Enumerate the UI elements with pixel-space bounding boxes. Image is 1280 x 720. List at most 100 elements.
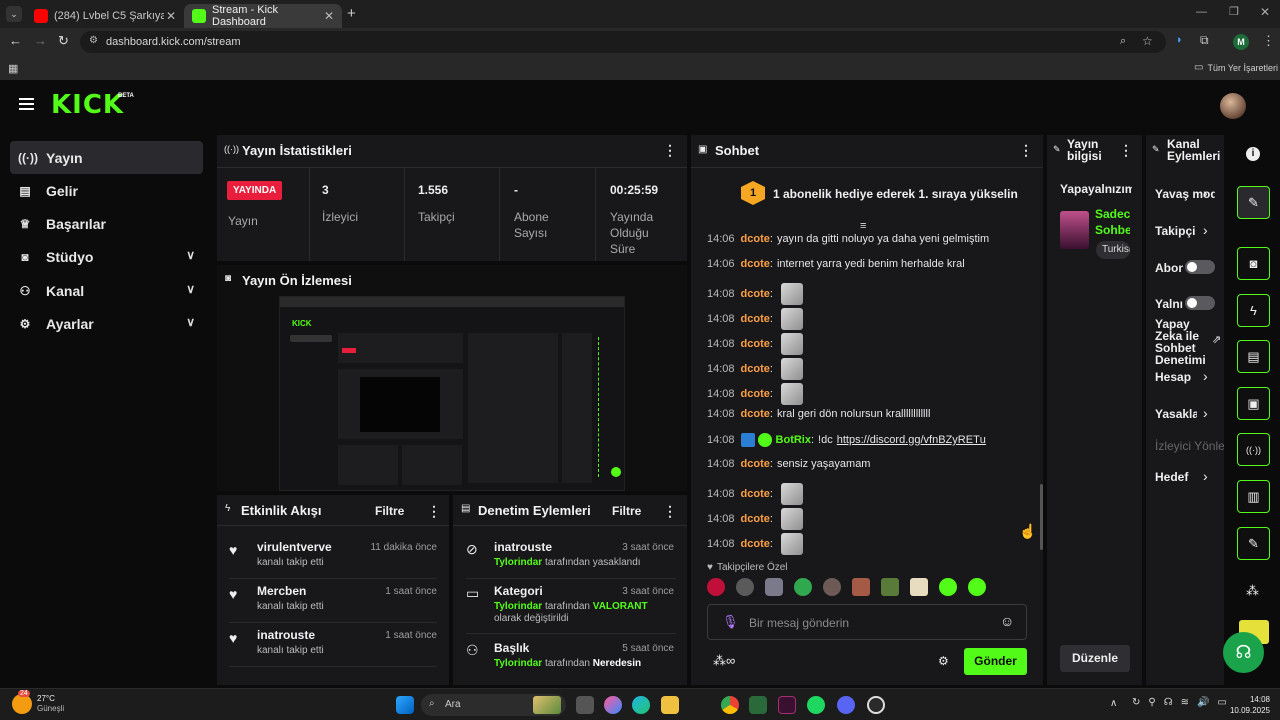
cat-emote[interactable] [780,483,803,505]
app-icon[interactable] [749,696,767,714]
info-icon[interactable]: i [1246,147,1260,161]
chat-username[interactable]: dcote [741,233,770,245]
sidebar-item-gelir[interactable]: ▤ Gelir [10,174,203,207]
channel-action-goal[interactable]: Hedef [1155,470,1189,484]
category-thumbnail[interactable] [1060,211,1089,249]
emote-item[interactable] [939,578,957,596]
restore-window-icon[interactable]: ❐ [1229,5,1239,18]
windows-start-icon[interactable] [396,696,414,714]
category-name[interactable]: Sadece Sohbet [1095,206,1130,238]
bookmark-star-icon[interactable]: ☆ [1142,34,1153,48]
tray-overflow-icon[interactable]: ∧ [1110,698,1117,709]
zoom-icon[interactable]: ⌕ [1120,35,1126,48]
clock[interactable]: 14:08 10.09.2025 [1228,694,1270,716]
chat-username[interactable]: dcote [741,258,770,270]
extensions-puzzle-icon[interactable]: ⧉ [1200,33,1209,48]
chat-username[interactable]: dcote [741,338,770,350]
user-avatar[interactable] [1220,93,1246,119]
emote-item[interactable] [736,578,754,596]
weather-widget[interactable]: 24 27°C Güneşli [12,690,64,714]
spotify-icon[interactable] [807,696,825,714]
moderator-name[interactable]: Tylorindar [494,658,542,669]
channel-action-ai-moderation[interactable]: Yapay Zeka ile Sohbet Denetimi [1155,318,1211,366]
chrome-icon[interactable] [721,696,739,714]
emote-item[interactable] [823,578,841,596]
sidebar-item-studyo[interactable]: ◙ Stüdyo ∨ [10,240,203,273]
extension-icon[interactable]: ◗ [1176,34,1183,46]
microphone-icon[interactable]: 🎙 [722,614,739,630]
new-tab-button[interactable]: + [347,5,356,22]
moderator-name[interactable]: Tylorindar [494,557,542,568]
stream-preview-video[interactable]: KICK [279,296,625,491]
only-mode-toggle[interactable] [1185,296,1215,310]
task-view-icon[interactable] [576,696,594,714]
channel-action-account[interactable]: Hesap [1155,370,1191,384]
sidebar-item-kanal[interactable]: ⚇ Kanal ∨ [10,274,203,307]
stream-info-menu-icon[interactable]: ⋮ [1119,142,1133,159]
edge-icon[interactable] [632,696,650,714]
cat-emote[interactable] [780,508,803,530]
tray-icons[interactable]: ↻⚲☊≋🔊▭ [1132,697,1235,708]
emote-item[interactable] [852,578,870,596]
cat-emote[interactable] [780,333,803,355]
chat-username[interactable]: dcote [741,513,770,525]
cat-emote[interactable] [780,283,803,305]
activity-filter-button[interactable]: Filtre [375,504,404,518]
close-window-icon[interactable]: ✕ [1260,5,1270,19]
chat-username[interactable]: dcote [741,408,770,420]
chat-link[interactable]: https://discord.gg/vfnBZyREТu [837,434,986,446]
channel-action-followers[interactable]: Takipçi [1155,224,1199,238]
tab-list-dropdown-icon[interactable]: ⌄ [6,6,22,22]
chat-bubble-icon[interactable]: ▣ [1237,387,1270,420]
chat-username[interactable]: dcote [741,458,770,470]
chat-username[interactable]: dcote [741,388,770,400]
back-icon[interactable]: ← [9,33,22,48]
file-explorer-icon[interactable] [661,696,679,714]
support-chat-button[interactable]: ☊ [1223,632,1264,673]
broadcast-icon[interactable]: ((·)) [1237,433,1270,466]
wrench-icon[interactable]: ✎ [1237,527,1270,560]
profile-avatar[interactable]: M [1233,34,1249,50]
chat-input[interactable]: 🎙 Bir mesaj gönderin ☺ [707,604,1027,640]
sidebar-item-basarilar[interactable]: ♕ Başarılar [10,207,203,240]
reload-icon[interactable]: ↻ [58,33,69,49]
obs-icon[interactable] [867,696,885,714]
moderation-filter-button[interactable]: Filtre [612,504,641,518]
forward-icon[interactable]: → [34,33,47,48]
add-widget-icon[interactable]: ⁂ [1246,583,1259,599]
chat-username[interactable]: dcote [741,488,770,500]
cat-emote[interactable] [780,383,803,405]
close-tab-icon[interactable]: ✕ [166,9,176,23]
app-icon[interactable] [778,696,796,714]
hamburger-menu-icon[interactable] [19,98,34,110]
layout-icon[interactable]: ▥ [1237,480,1270,513]
chat-username[interactable]: dcote [741,288,770,300]
emoji-picker-icon[interactable]: ☺ [1000,613,1014,629]
emote-item[interactable] [765,578,783,596]
discord-icon[interactable] [837,696,855,714]
document-icon[interactable]: ▤ [1237,340,1270,373]
moderator-name[interactable]: Tylorindar [494,601,542,612]
emote-item[interactable] [881,578,899,596]
chat-username[interactable]: dcote [741,313,770,325]
chat-extras-icon[interactable]: ⁂∞ [713,653,735,669]
browser-tab-kick[interactable]: Stream - Kick Dashboard ✕ [184,4,342,28]
close-tab-icon[interactable]: ✕ [324,9,334,23]
all-bookmarks-folder[interactable]: ▭ Tüm Yer İşaretleri [1194,62,1278,73]
copilot-icon[interactable] [604,696,622,714]
apps-grid-icon[interactable]: ▦ [8,62,18,75]
edit-stream-button[interactable]: Düzenle [1060,645,1130,672]
taskbar-search[interactable]: ⌕ Ara [421,694,566,716]
emote-item[interactable] [968,578,986,596]
sidebar-item-ayarlar[interactable]: ⚙ Ayarlar ∨ [10,307,203,340]
browser-menu-icon[interactable]: ⋮ [1262,33,1275,49]
site-info-icon[interactable]: ⚙ [89,35,98,46]
chat-username[interactable]: dcote [741,363,770,375]
address-bar[interactable]: ⚙ dashboard.kick.com/stream ⌕ ☆ [80,31,1166,53]
kick-logo[interactable]: KICK [51,90,124,120]
stats-menu-icon[interactable]: ⋮ [663,142,677,159]
pinned-collapse-icon[interactable]: ≡ [860,220,866,232]
cat-emote[interactable] [780,358,803,380]
cat-emote[interactable] [780,533,803,555]
camera-icon[interactable]: ◙ [1237,247,1270,280]
